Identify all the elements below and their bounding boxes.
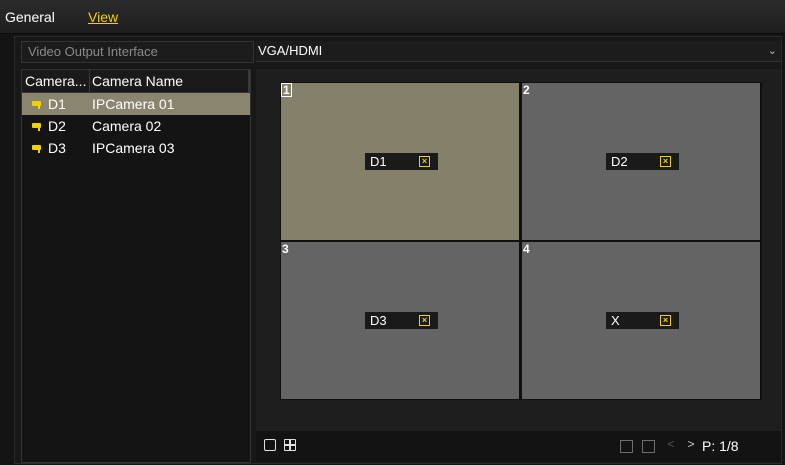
cell-camera-label: X × <box>606 312 679 329</box>
video-output-value: VGA/HDMI <box>258 43 323 58</box>
camera-id: D2 <box>48 118 66 134</box>
column-divider <box>248 70 250 92</box>
cell-number: 2 <box>523 83 530 97</box>
video-output-label: Video Output Interface <box>21 41 254 63</box>
video-output-row: Video Output Interface VGA/HDMI ⌄ <box>15 37 781 64</box>
top-tab-bar: General View <box>0 0 785 34</box>
tab-view[interactable]: View <box>88 4 118 30</box>
close-icon[interactable]: × <box>419 315 430 326</box>
single-screen-layout-icon[interactable] <box>264 439 276 451</box>
cell-camera-text: D3 <box>370 313 387 328</box>
camera-list-header: Camera... Camera Name <box>22 70 250 93</box>
column-divider[interactable] <box>89 70 90 92</box>
camera-icon <box>32 123 41 131</box>
camera-icon <box>32 101 41 109</box>
view-cell-3[interactable]: 3 D3 × <box>281 242 519 399</box>
camera-list: Camera... Camera Name D1 IPCamera 01 D2 … <box>21 69 251 463</box>
column-header-camera-name[interactable]: Camera Name <box>92 73 183 89</box>
previous-page-icon[interactable]: < <box>664 437 678 451</box>
camera-id: D1 <box>48 96 66 112</box>
cell-number: 3 <box>282 242 289 256</box>
cell-camera-text: X <box>611 313 620 328</box>
camera-name: IPCamera 03 <box>92 140 175 156</box>
cell-camera-label: D2 × <box>606 153 679 170</box>
page-indicator: P: 1/8 <box>702 438 739 454</box>
close-icon[interactable]: × <box>660 156 671 167</box>
view-cell-1[interactable]: 1 D1 × <box>281 83 519 240</box>
camera-name: Camera 02 <box>92 118 162 134</box>
view-settings-panel: Video Output Interface VGA/HDMI ⌄ Camera… <box>14 36 782 464</box>
camera-row-d3[interactable]: D3 IPCamera 03 <box>22 137 250 159</box>
camera-icon <box>32 145 41 153</box>
layout-toolbar: < > P: 1/8 <box>256 431 781 461</box>
cell-camera-text: D2 <box>611 154 628 169</box>
chevron-down-icon: ⌄ <box>767 45 777 57</box>
cell-camera-label: D3 × <box>365 312 438 329</box>
tab-general[interactable]: General <box>5 4 55 30</box>
quad-screen-layout-icon[interactable] <box>284 439 296 451</box>
stop-live-view-icon[interactable] <box>642 440 655 453</box>
close-icon[interactable]: × <box>419 156 430 167</box>
camera-row-d1[interactable]: D1 IPCamera 01 <box>22 93 250 115</box>
close-icon[interactable]: × <box>660 315 671 326</box>
view-grid: 1 D1 × 2 D2 × 3 D3 × 4 X × <box>280 82 762 400</box>
cell-number: 4 <box>523 242 530 256</box>
view-cell-4[interactable]: 4 X × <box>522 242 760 399</box>
camera-id: D3 <box>48 140 66 156</box>
live-view-layout: 1 D1 × 2 D2 × 3 D3 × 4 X × < > P: 1/8 <box>256 69 781 461</box>
cell-camera-label: D1 × <box>365 153 438 170</box>
cell-camera-text: D1 <box>370 154 387 169</box>
next-page-icon[interactable]: > <box>684 437 698 451</box>
camera-name: IPCamera 01 <box>92 96 175 112</box>
video-output-select[interactable]: VGA/HDMI ⌄ <box>256 41 781 62</box>
view-cell-2[interactable]: 2 D2 × <box>522 83 760 240</box>
start-live-view-icon[interactable] <box>620 440 633 453</box>
cell-number: 1 <box>281 83 292 97</box>
column-header-camera[interactable]: Camera... <box>25 73 89 89</box>
camera-row-d2[interactable]: D2 Camera 02 <box>22 115 250 137</box>
